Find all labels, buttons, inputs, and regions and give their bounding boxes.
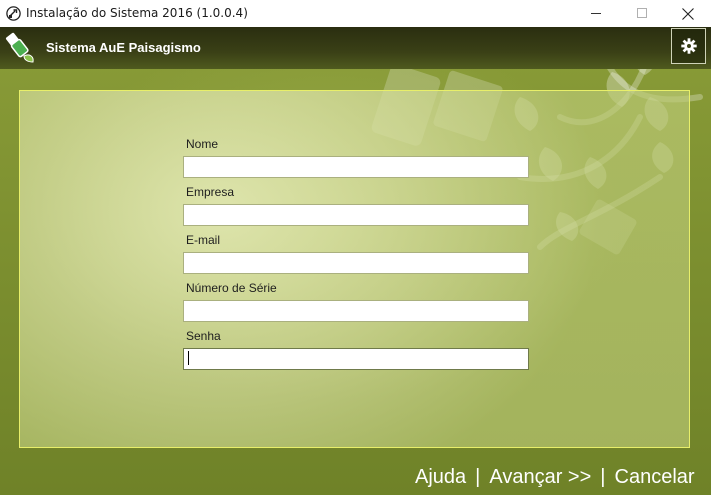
text-caret — [188, 351, 189, 365]
close-button[interactable] — [665, 0, 711, 27]
serial-number-input[interactable] — [183, 300, 529, 322]
close-icon — [682, 7, 694, 20]
brand-name: Sistema AuE Paisagismo — [46, 40, 201, 55]
help-link[interactable]: Ajuda — [415, 466, 466, 489]
maximize-button[interactable] — [619, 0, 665, 27]
name-input[interactable] — [183, 156, 529, 178]
minimize-icon — [590, 13, 601, 14]
header-bar: Sistema AuE Paisagismo — [0, 27, 711, 69]
footer-actions: Ajuda | Avançar >> | Cancelar — [415, 464, 695, 490]
serial-number-label: Número de Série — [186, 281, 277, 295]
maximize-icon — [636, 8, 647, 18]
title-bar[interactable]: Instalação do Sistema 2016 (1.0.0.4) — [0, 0, 711, 27]
gear-icon — [680, 38, 697, 54]
company-input[interactable] — [183, 204, 529, 226]
installer-window: Instalação do Sistema 2016 (1.0.0.4) Sis… — [0, 0, 711, 495]
usb-drive-app-icon — [6, 6, 21, 21]
email-input[interactable] — [183, 252, 529, 274]
usb-leaf-icon — [5, 32, 34, 63]
minimize-button[interactable] — [573, 0, 619, 27]
footer-separator: | — [600, 465, 606, 488]
email-label: E-mail — [186, 233, 221, 247]
name-label: Nome — [186, 137, 219, 151]
password-label: Senha — [186, 329, 221, 343]
window-title: Instalação do Sistema 2016 (1.0.0.4) — [26, 6, 248, 20]
password-input[interactable] — [183, 348, 529, 370]
company-label: Empresa — [186, 185, 235, 199]
next-link[interactable]: Avançar >> — [489, 466, 591, 489]
settings-button[interactable] — [671, 28, 706, 64]
cancel-link[interactable]: Cancelar — [615, 466, 695, 489]
footer-separator: | — [475, 465, 481, 488]
